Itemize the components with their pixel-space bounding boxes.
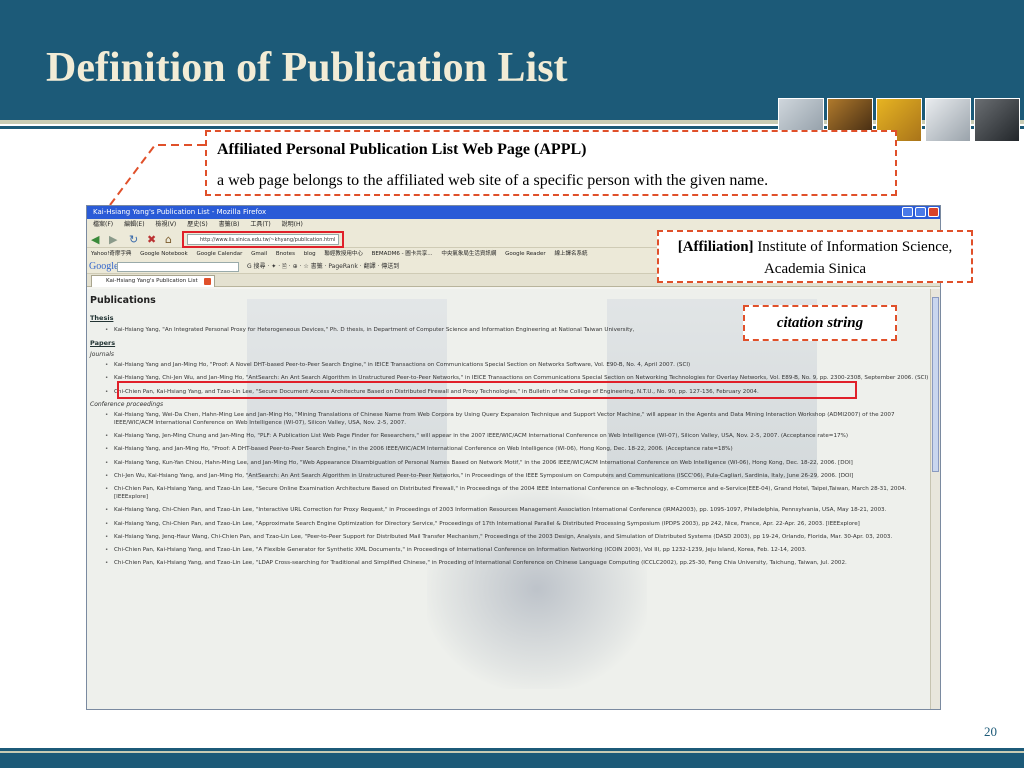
journals-heading: Journals	[90, 351, 114, 359]
google-tools[interactable]: G 搜尋 · ✦ · 🖹 · ⊕ · ☆ 書籤 · PageRank · 翻譯 …	[247, 260, 399, 274]
bookmark-item[interactable]: 線上譯名系統	[554, 251, 587, 257]
affiliation-label: [Affiliation]	[677, 239, 754, 255]
list-item: Chi-Jen Wu, Kai-Hsiang Yang, and Jan-Min…	[105, 472, 932, 480]
maximize-icon[interactable]	[915, 207, 926, 217]
list-item: Kai-Hsiang Yang, and Jan-Ming Ho, "Proof…	[105, 445, 932, 453]
vertical-scrollbar[interactable]	[930, 289, 940, 709]
tab-label: Kai-Hsiang Yang's Publication List	[106, 278, 198, 284]
menu-history[interactable]: 歷史(S)	[187, 221, 208, 228]
page-content: Publications Thesis Kai-Hsiang Yang, "An…	[87, 289, 932, 709]
reload-icon[interactable]: ↻	[129, 233, 138, 246]
home-icon[interactable]: ⌂	[165, 233, 172, 246]
menu-edit[interactable]: 編輯(E)	[124, 221, 144, 228]
bookmark-item[interactable]: Yahoo!奇摩字典	[91, 251, 131, 257]
bookmark-item[interactable]: 中央氣象局生活資訊網	[441, 251, 496, 257]
browser-title-bar: Kai-Hsiang Yang's Publication List - Moz…	[87, 206, 940, 219]
citation-highlight-box	[117, 381, 857, 399]
menu-bookmarks[interactable]: 書籤(B)	[219, 221, 240, 228]
menu-view[interactable]: 檢視(V)	[155, 221, 176, 228]
minimize-icon[interactable]	[902, 207, 913, 217]
list-item: Chi-Chien Pan, Kai-Hsiang Yang, and Tzao…	[105, 559, 932, 567]
bookmark-item[interactable]: Google Reader	[505, 251, 546, 257]
menu-tools[interactable]: 工具(T)	[250, 221, 270, 228]
bookmark-item[interactable]: blog	[304, 251, 316, 257]
tab-publication-list[interactable]: Kai-Hsiang Yang's Publication List	[91, 275, 215, 287]
menu-help[interactable]: 說明(H)	[282, 221, 303, 228]
affiliation-callout: [Affiliation] Institute of Information S…	[657, 230, 973, 283]
back-arrow-icon[interactable]: ◀	[91, 233, 99, 246]
bookmark-item[interactable]: Gmail	[251, 251, 267, 257]
close-icon[interactable]	[928, 207, 939, 217]
slide-title: Definition of Publication List	[46, 45, 568, 91]
bookmark-item[interactable]: BEMADM6 - 圖卡共享...	[372, 251, 433, 257]
google-search-input[interactable]	[117, 262, 239, 272]
list-item: Kai-Hsiang Yang, Chi-Chien Pan, and Tzao…	[105, 506, 932, 514]
citation-string-callout: citation string	[743, 305, 897, 341]
forward-arrow-icon[interactable]: ▶	[109, 233, 117, 246]
google-logo: Google	[89, 261, 119, 272]
conference-heading: Conference proceedings	[90, 400, 164, 408]
appl-leader	[109, 144, 205, 206]
bookmark-item[interactable]: Google Calendar	[196, 251, 242, 257]
appl-definition-callout: Affiliated Personal Publication List Web…	[205, 130, 897, 196]
bookmark-item[interactable]: Bnotes	[276, 251, 295, 257]
photo-icon	[925, 98, 971, 142]
window-title: Kai-Hsiang Yang's Publication List - Moz…	[93, 208, 267, 216]
list-item: Kai-Hsiang Yang, Wei-Da Chen, Hahn-Ming …	[105, 411, 932, 427]
list-item: Chi-Chien Pan, Kai-Hsiang Yang, and Tzao…	[105, 485, 932, 501]
stop-icon[interactable]: ✖	[147, 233, 156, 246]
appl-title: Affiliated Personal Publication List Web…	[217, 141, 587, 158]
appl-description: a web page belongs to the affiliated web…	[217, 172, 769, 189]
page-number: 20	[984, 724, 997, 739]
bookmark-item[interactable]: Google Notebook	[140, 251, 188, 257]
list-item: Kai-Hsiang Yang, Kun-Yan Chiou, Hahn-Min…	[105, 459, 932, 467]
affiliation-text: Institute of Information Science, Academ…	[757, 239, 953, 277]
list-item: Kai-Hsiang Yang, Jenq-Haur Wang, Chi-Chi…	[105, 533, 932, 541]
list-item: Kai-Hsiang Yang and Jan-Ming Ho, "Proof:…	[105, 361, 932, 369]
menu-file[interactable]: 檔案(F)	[93, 221, 113, 228]
list-item: Kai-Hsiang Yang, Chi-Chien Pan, and Tzao…	[105, 520, 932, 528]
scrollbar-thumb[interactable]	[932, 297, 939, 472]
list-item: Chi-Chien Pan, Kai-Hsiang Yang, and Tzao…	[105, 546, 932, 554]
bookmark-item[interactable]: 聯經教授用中心	[324, 251, 363, 257]
footer-bar	[0, 753, 1024, 768]
photo-icon	[974, 98, 1020, 142]
url-highlight-box	[182, 231, 344, 248]
tab-close-icon[interactable]	[203, 278, 211, 285]
list-item: Kai-Hsiang Yang, Jen-Ming Chung and Jan-…	[105, 432, 932, 440]
